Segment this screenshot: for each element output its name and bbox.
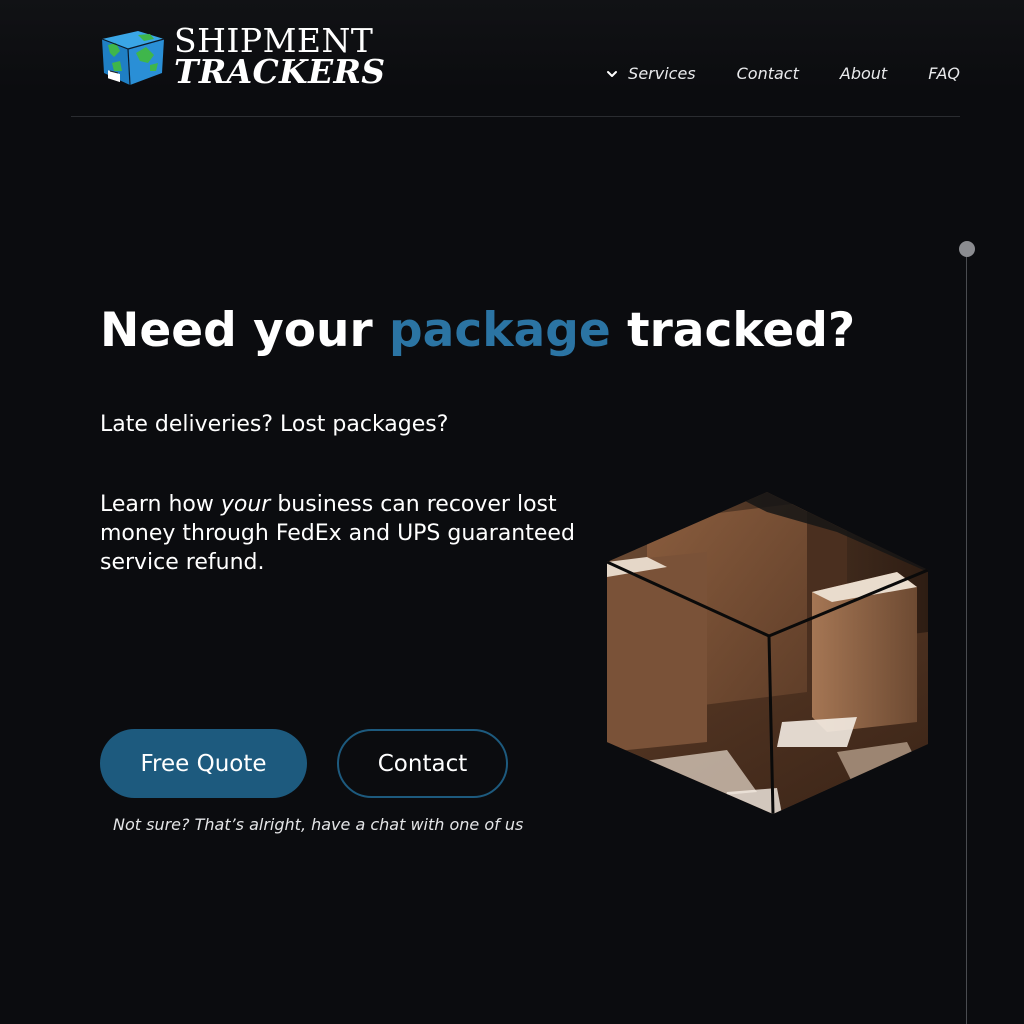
scroll-thumb[interactable] bbox=[959, 241, 975, 257]
nav-item-faq[interactable]: FAQ bbox=[928, 64, 960, 83]
chevron-down-icon bbox=[607, 70, 618, 77]
header-divider bbox=[71, 116, 960, 117]
logo-line-2: TRACKERS bbox=[174, 52, 386, 91]
hero-title-accent: package bbox=[389, 303, 611, 358]
cardboard-boxes-hexagon-image bbox=[607, 492, 928, 814]
nav-label-faq: FAQ bbox=[928, 64, 960, 83]
scroll-track[interactable] bbox=[966, 250, 967, 1024]
nav-label-contact: Contact bbox=[736, 64, 799, 83]
helper-text: Not sure? That’s alright, have a chat wi… bbox=[113, 815, 524, 834]
logo-wordmark: SHIPMENT TRACKERS bbox=[174, 24, 385, 88]
nav-label-about: About bbox=[839, 64, 888, 83]
box-globe-icon bbox=[101, 31, 165, 86]
free-quote-button[interactable]: Free Quote bbox=[100, 729, 307, 798]
hero-title-end: tracked? bbox=[610, 303, 856, 358]
hero-body-emphasis: your bbox=[220, 492, 271, 517]
nav-item-services[interactable]: Services bbox=[606, 64, 696, 83]
nav-item-contact[interactable]: Contact bbox=[737, 64, 799, 83]
hero-title-start: Need your bbox=[100, 303, 390, 358]
hero-body: Learn how your business can recover lost… bbox=[100, 490, 620, 577]
main-nav: Services Contact About FAQ bbox=[606, 64, 960, 83]
contact-button[interactable]: Contact bbox=[337, 729, 508, 798]
logo-link[interactable]: SHIPMENT TRACKERS bbox=[98, 24, 385, 88]
page: SHIPMENT TRACKERS Services Contact About… bbox=[0, 0, 1024, 1024]
hero-subtitle: Late deliveries? Lost packages? bbox=[100, 412, 449, 437]
hero-title: Need your package tracked? bbox=[100, 303, 855, 359]
nav-item-about[interactable]: About bbox=[840, 64, 887, 83]
nav-label-services: Services bbox=[628, 64, 696, 83]
hero-body-start: Learn how bbox=[100, 492, 221, 517]
